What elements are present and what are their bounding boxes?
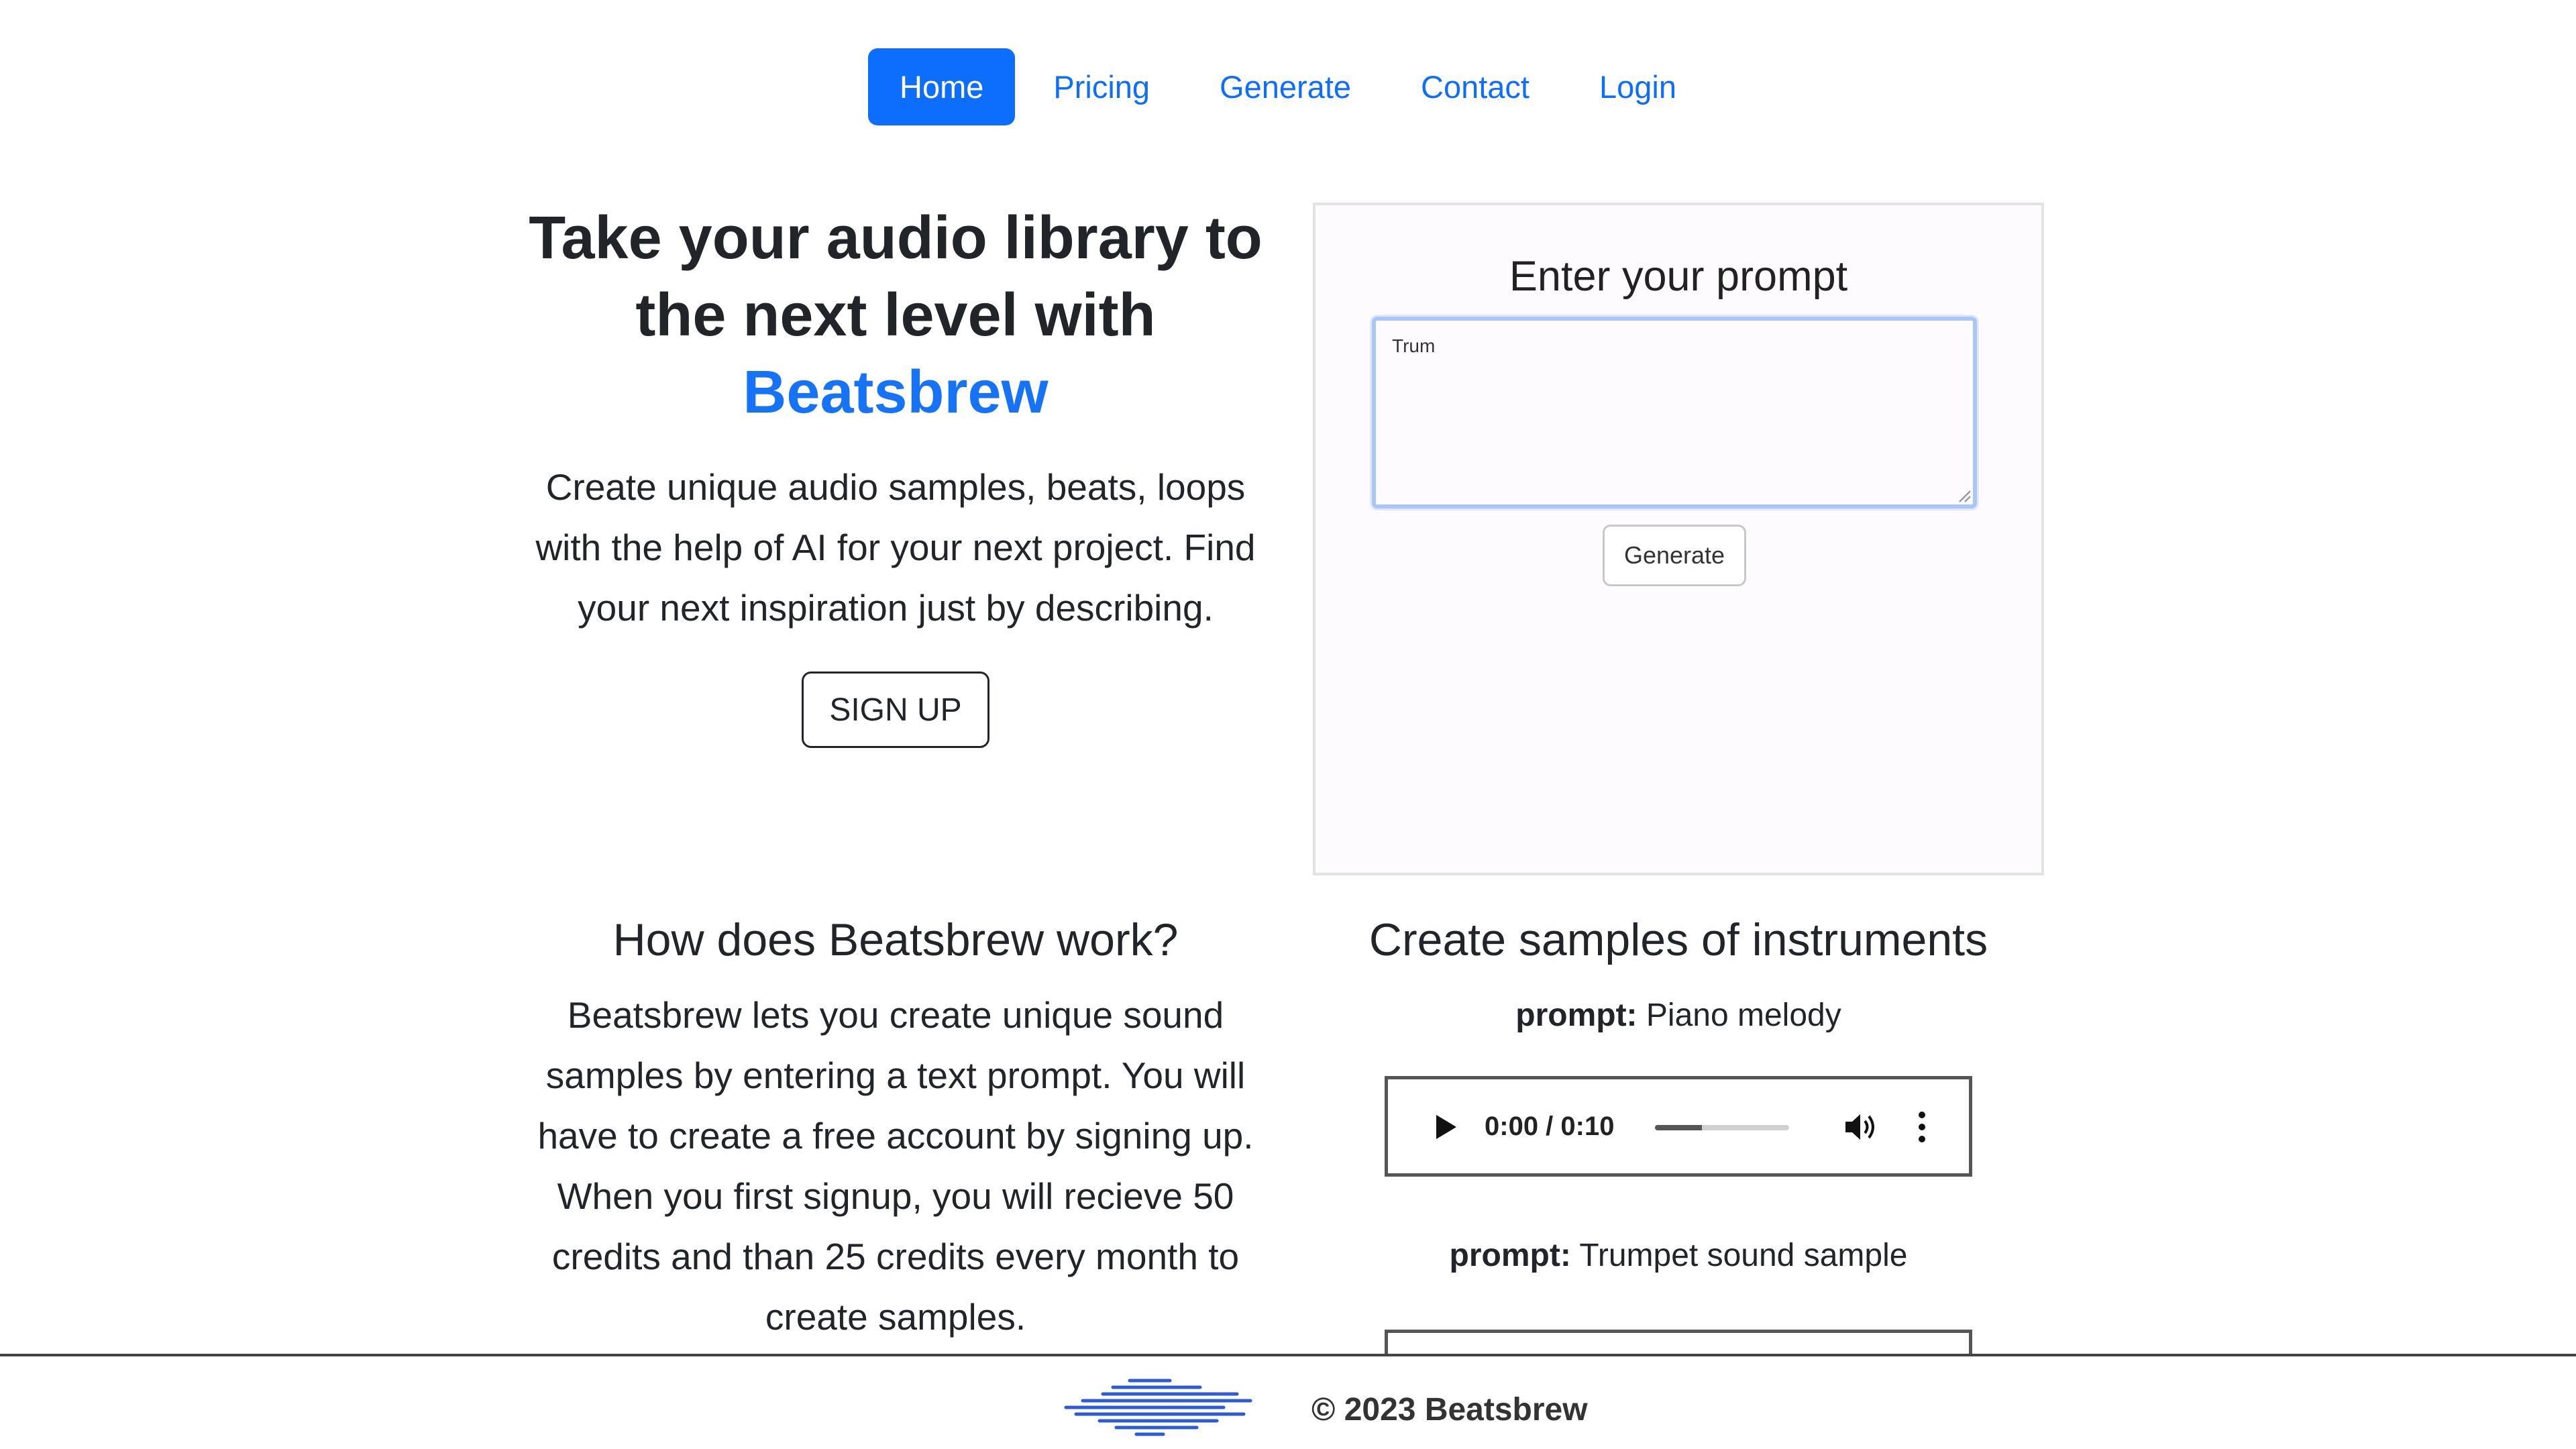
footer: © 2023 Beatsbrew (0, 1354, 2576, 1449)
sample-prompt-label: prompt: (1515, 998, 1638, 1033)
nav-generate[interactable]: Generate (1188, 48, 1383, 125)
sample-prompt-2: prompt: Trumpet sound sample (1313, 1236, 2044, 1276)
nav-home[interactable]: Home (868, 48, 1016, 125)
how-description: Beatsbrew lets you create unique sound s… (537, 994, 1254, 1338)
prompt-input[interactable]: Trum (1372, 317, 1977, 508)
audio-time: 0:00 / 0:10 (1485, 1112, 1615, 1141)
play-icon[interactable] (1434, 1114, 1458, 1140)
logo-wave-icon (1064, 1379, 1252, 1436)
sample-prompt-label: prompt: (1449, 1238, 1571, 1273)
samples-section: Create samples of instruments prompt: Pi… (1313, 910, 2044, 1383)
prompt-card: Enter your prompt Trum Generate (1313, 203, 2044, 875)
hero-title: Take your audio library to the next leve… (517, 200, 1275, 431)
how-it-works-section: How does Beatsbrew work? Beatsbrew lets … (517, 910, 1275, 1347)
prompt-heading: Enter your prompt (1509, 253, 1848, 300)
sample-prompt-text: Trumpet sound sample (1579, 1238, 1908, 1273)
volume-icon[interactable] (1844, 1112, 1878, 1142)
sample-prompt-1: prompt: Piano melody (1313, 996, 2044, 1036)
volume-slider[interactable] (1655, 1125, 1789, 1130)
resize-grip-icon[interactable] (1955, 487, 1972, 503)
audio-player: 0:00 / 0:10 (1385, 1076, 1972, 1177)
more-vertical-icon[interactable] (1918, 1110, 1926, 1144)
main-nav: Home Pricing Generate Contact Login (0, 48, 2576, 125)
hero-section: Take your audio library to the next leve… (517, 200, 1275, 748)
hero-brand: Beatsbrew (743, 359, 1049, 426)
signup-button[interactable]: SIGN UP (802, 672, 989, 748)
how-title: How does Beatsbrew work? (612, 914, 1179, 965)
footer-copyright: © 2023 Beatsbrew (1311, 1392, 1588, 1428)
sample-prompt-text: Piano melody (1646, 998, 1841, 1033)
hero-description: Create unique audio samples, beats, loop… (535, 466, 1256, 629)
nav-login[interactable]: Login (1568, 48, 1708, 125)
samples-title: Create samples of instruments (1368, 914, 1988, 965)
nav-pricing[interactable]: Pricing (1022, 48, 1181, 125)
generate-button[interactable]: Generate (1603, 525, 1746, 586)
hero-title-text: Take your audio library to the next leve… (529, 205, 1263, 349)
nav-contact[interactable]: Contact (1389, 48, 1561, 125)
volume-slider-fill (1655, 1125, 1702, 1130)
